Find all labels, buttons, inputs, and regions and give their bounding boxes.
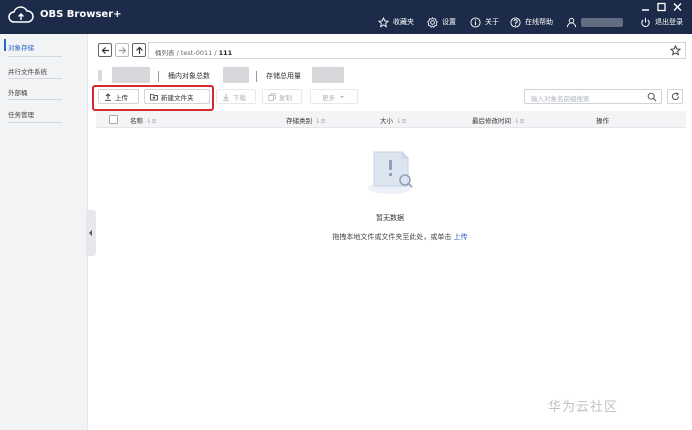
column-label: 最后修改时间 [472,117,511,125]
upload-link[interactable]: 上传 [454,233,468,241]
refresh-button[interactable] [667,89,683,104]
sidebar-item-object-storage[interactable]: 对象存储 [8,42,34,52]
arrow-right-icon [118,46,126,54]
copy-icon [268,92,276,101]
breadcrumb-bucket[interactable]: test-0011 [181,49,212,57]
star-icon[interactable] [670,45,681,56]
empty-document-icon [368,151,413,194]
column-label: 大小 [380,117,393,125]
gear-icon [427,16,438,28]
title-bar: OBS Browser+ 收藏夹 设置 关于 在线帮助 退出登录 [0,0,692,34]
logout-button[interactable]: 退出登录 [640,15,683,29]
favorites-label: 收藏夹 [393,18,414,26]
breadcrumb-separator: / [176,49,179,57]
info-icon [470,16,481,28]
path-bar[interactable]: 桶列表 / test-0011 / 111 [148,42,686,59]
watermark: 华为云社区 [548,400,619,415]
redacted-value [98,70,102,81]
search-icon[interactable] [647,92,657,102]
logout-label: 退出登录 [655,18,683,26]
chevron-down-icon [340,95,344,98]
select-all-checkbox[interactable] [109,115,118,124]
column-header-storage-class[interactable]: 存储类别 ⇂≡ [286,115,326,125]
forward-button[interactable] [115,43,129,57]
download-icon [223,93,229,101]
redacted-value [223,67,249,83]
divider [8,56,62,57]
settings-button[interactable]: 设置 [427,15,456,29]
sort-icon[interactable]: ⇂≡ [396,117,407,125]
search-placeholder: 输入对象名前缀搜索 [531,95,590,103]
more-dropdown[interactable]: 更多 [310,89,358,104]
sidebar-item-external-bucket[interactable]: 外部桶 [8,87,28,97]
user-icon [566,17,577,27]
favorites-button[interactable]: 收藏夹 [378,15,414,29]
column-header-last-modified[interactable]: 最后修改时间 ⇂≡ [472,115,525,125]
settings-label: 设置 [442,18,456,26]
username-redacted [581,17,623,27]
cloud-upload-icon [8,6,34,23]
question-icon [510,16,521,28]
more-label: 更多 [322,93,335,102]
help-button[interactable]: 在线帮助 [510,15,553,29]
breadcrumb-separator: / [214,49,217,57]
arrow-left-icon [101,46,109,54]
table-header: 名称 ⇂≡ 存储类别 ⇂≡ 大小 ⇂≡ 最后修改时间 ⇂≡ 操作 [96,111,686,128]
divider [8,78,62,79]
about-label: 关于 [485,18,499,26]
help-label: 在线帮助 [525,18,553,26]
user-account[interactable] [566,15,623,29]
back-button[interactable] [98,43,112,57]
storage-usage-label: 存储总用量 [266,72,301,80]
about-button[interactable]: 关于 [470,15,499,29]
redacted-value [312,67,344,83]
empty-hint-text: 拖拽本地文件或文件夹至此处，或单击 [332,233,452,241]
sort-icon[interactable]: ⇂≡ [315,117,326,125]
column-header-size[interactable]: 大小 ⇂≡ [380,115,407,125]
copy-button[interactable]: 复制 [262,89,302,104]
refresh-icon [671,92,680,100]
window-controls [641,1,682,13]
column-label: 名称 [130,117,143,125]
object-count-label: 桶内对象总数 [168,72,210,80]
breadcrumb-current: 111 [218,49,233,57]
sort-icon[interactable]: ⇂≡ [146,117,157,125]
download-label: 下载 [233,93,246,102]
divider [256,71,257,82]
maximize-button[interactable] [657,2,666,12]
sidebar-item-parallel-fs[interactable]: 并行文件系统 [8,66,47,76]
empty-state-title: 暂无数据 [376,214,404,222]
sort-icon[interactable]: ⇂≡ [514,117,525,125]
column-header-actions: 操作 [596,117,609,125]
empty-state-hint: 拖拽本地文件或文件夹至此处，或单击 上传 [0,232,692,242]
column-label: 存储类别 [286,117,312,125]
divider [158,71,159,82]
sidebar-item-task-management[interactable]: 任务管理 [8,109,34,119]
star-icon [378,16,389,28]
close-button[interactable] [673,2,682,12]
download-button[interactable]: 下载 [216,89,256,104]
app-title: OBS Browser+ [40,9,122,20]
redacted-value [112,67,150,83]
breadcrumb: 桶列表 / test-0011 / 111 [155,47,232,57]
active-indicator [4,39,6,51]
divider [8,122,62,123]
search-input[interactable]: 输入对象名前缀搜索 [524,89,662,104]
column-header-name[interactable]: 名称 ⇂≡ [130,115,157,125]
breadcrumb-root[interactable]: 桶列表 [155,49,175,57]
highlight-box [92,85,214,111]
divider [8,99,62,100]
minimize-button[interactable] [641,2,650,12]
arrow-up-icon [135,46,143,54]
power-icon [641,17,650,27]
up-button[interactable] [132,43,146,57]
copy-label: 复制 [279,93,292,102]
